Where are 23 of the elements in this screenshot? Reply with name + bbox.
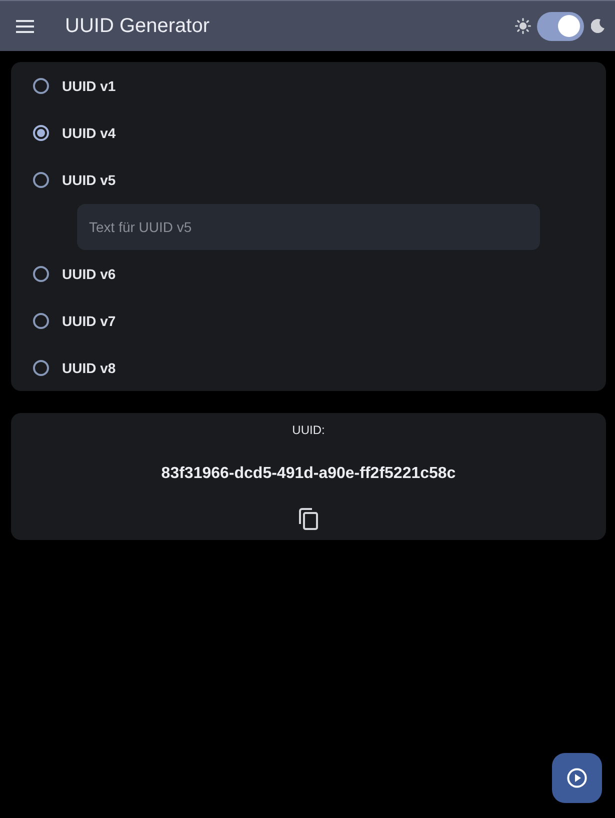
uuid-value: 83f31966-dcd5-491d-a90e-ff2f5221c58c — [161, 465, 456, 483]
radio-button[interactable] — [33, 312, 49, 328]
radio-button[interactable] — [33, 78, 49, 94]
generate-button[interactable] — [552, 753, 602, 803]
menu-icon[interactable] — [16, 20, 34, 32]
option-label[interactable]: UUID v7 — [62, 312, 116, 328]
option-label[interactable]: UUID v8 — [62, 360, 116, 376]
theme-toggle[interactable] — [537, 12, 584, 40]
option-label[interactable]: UUID v6 — [62, 266, 116, 282]
radio-button[interactable] — [33, 360, 49, 376]
result-label: UUID: — [292, 423, 325, 437]
radio-button[interactable] — [33, 266, 49, 282]
text-input-field[interactable]: Text für UUID v5 — [77, 204, 540, 250]
moon-icon — [591, 19, 605, 33]
play-circle-icon — [567, 768, 587, 788]
option-label[interactable]: UUID v4 — [62, 124, 116, 140]
radio-button[interactable] — [33, 124, 49, 140]
radio-button[interactable] — [33, 172, 49, 188]
app-title: UUID Generator — [65, 14, 210, 38]
copy-icon[interactable] — [299, 508, 318, 530]
option-label[interactable]: UUID v1 — [62, 78, 116, 94]
sun-icon — [515, 18, 531, 34]
option-label[interactable]: UUID v5 — [62, 172, 116, 188]
